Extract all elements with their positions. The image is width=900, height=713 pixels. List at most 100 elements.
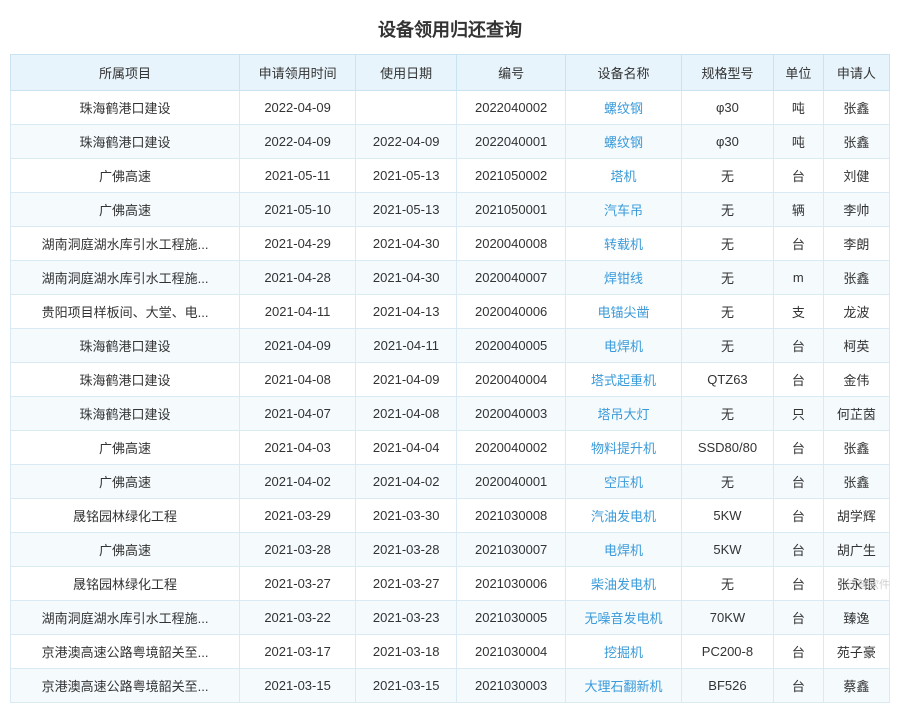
cell-device_name[interactable]: 焊钳线 [565,261,681,295]
cell-unit: 支 [773,295,823,329]
device-name-link[interactable]: 空压机 [604,475,643,490]
cell-use_date: 2021-03-30 [356,499,457,533]
device-name-link[interactable]: 螺纹钢 [604,101,643,116]
device-name-link[interactable]: 塔机 [610,169,636,184]
cell-apply_time: 2021-03-15 [240,669,356,703]
cell-device_name[interactable]: 电焊机 [565,533,681,567]
cell-device_name[interactable]: 塔吊大灯 [565,397,681,431]
device-name-link[interactable]: 汽车吊 [604,203,643,218]
cell-device_name[interactable]: 无噪音发电机 [565,601,681,635]
cell-spec: 5KW [681,499,773,533]
cell-spec: BF526 [681,669,773,703]
cell-device_name[interactable]: 空压机 [565,465,681,499]
cell-applicant: 柯英 [823,329,889,363]
cell-device_name[interactable]: 螺纹钢 [565,91,681,125]
cell-spec: SSD80/80 [681,431,773,465]
cell-unit: 台 [773,533,823,567]
device-name-link[interactable]: 塔式起重机 [591,373,656,388]
device-name-link[interactable]: 汽油发电机 [591,509,656,524]
cell-unit: 台 [773,159,823,193]
cell-unit: 台 [773,329,823,363]
table-row: 京港澳高速公路粤境韶关至...2021-03-152021-03-1520210… [11,669,890,703]
cell-spec: 无 [681,295,773,329]
cell-device_name[interactable]: 电焊机 [565,329,681,363]
cell-spec: 无 [681,193,773,227]
cell-project: 贵阳项目样板间、大堂、电... [11,295,240,329]
table-row: 广佛高速2021-04-022021-04-022020040001空压机无台张… [11,465,890,499]
cell-applicant: 李朗 [823,227,889,261]
cell-code: 2021050002 [457,159,566,193]
cell-code: 2021030007 [457,533,566,567]
cell-unit: 吨 [773,125,823,159]
device-name-link[interactable]: 柴油发电机 [591,577,656,592]
cell-device_name[interactable]: 转载机 [565,227,681,261]
device-name-link[interactable]: 电焊机 [604,339,643,354]
cell-device_name[interactable]: 螺纹钢 [565,125,681,159]
device-name-link[interactable]: 电锚尖凿 [597,305,649,320]
cell-project: 晟铭园林绿化工程 [11,567,240,601]
cell-device_name[interactable]: 物料提升机 [565,431,681,465]
device-name-link[interactable]: 挖掘机 [604,645,643,660]
table-row: 贵阳项目样板间、大堂、电...2021-04-112021-04-1320200… [11,295,890,329]
cell-applicant: 张鑫 [823,431,889,465]
table-row: 湖南洞庭湖水库引水工程施...2021-04-282021-04-3020200… [11,261,890,295]
device-name-link[interactable]: 物料提升机 [591,441,656,456]
cell-apply_time: 2021-03-22 [240,601,356,635]
cell-project: 京港澳高速公路粤境韶关至... [11,635,240,669]
cell-use_date: 2021-04-30 [356,227,457,261]
cell-use_date: 2021-05-13 [356,159,457,193]
cell-use_date: 2021-04-13 [356,295,457,329]
cell-project: 湖南洞庭湖水库引水工程施... [11,227,240,261]
cell-device_name[interactable]: 电锚尖凿 [565,295,681,329]
cell-spec: 无 [681,465,773,499]
cell-apply_time: 2021-04-07 [240,397,356,431]
device-name-link[interactable]: 电焊机 [604,543,643,558]
cell-use_date: 2021-04-11 [356,329,457,363]
cell-spec: 无 [681,329,773,363]
cell-applicant: 何芷茵 [823,397,889,431]
cell-use_date: 2022-04-09 [356,125,457,159]
cell-unit: 台 [773,465,823,499]
device-name-link[interactable]: 螺纹钢 [604,135,643,150]
cell-code: 2020040008 [457,227,566,261]
cell-project: 湖南洞庭湖水库引水工程施... [11,601,240,635]
cell-apply_time: 2021-04-08 [240,363,356,397]
cell-unit: m [773,261,823,295]
cell-device_name[interactable]: 塔机 [565,159,681,193]
device-name-link[interactable]: 大理石翻新机 [584,679,662,694]
cell-device_name[interactable]: 汽油发电机 [565,499,681,533]
cell-spec: QTZ63 [681,363,773,397]
cell-device_name[interactable]: 柴油发电机 [565,567,681,601]
cell-apply_time: 2021-04-03 [240,431,356,465]
table-row: 京港澳高速公路粤境韶关至...2021-03-172021-03-1820210… [11,635,890,669]
table-row: 珠海鹤港口建设2022-04-092022040002螺纹钢φ30吨张鑫 [11,91,890,125]
device-name-link[interactable]: 无噪音发电机 [584,611,662,626]
cell-code: 2021050001 [457,193,566,227]
device-name-link[interactable]: 转载机 [604,237,643,252]
cell-spec: 无 [681,159,773,193]
cell-use_date: 2021-03-28 [356,533,457,567]
cell-applicant: 胡广生 [823,533,889,567]
device-name-link[interactable]: 焊钳线 [604,271,643,286]
device-name-link[interactable]: 塔吊大灯 [597,407,649,422]
cell-spec: 70KW [681,601,773,635]
cell-apply_time: 2021-04-28 [240,261,356,295]
cell-device_name[interactable]: 大理石翻新机 [565,669,681,703]
cell-project: 晟铭园林绿化工程 [11,499,240,533]
cell-project: 广佛高速 [11,159,240,193]
cell-device_name[interactable]: 汽车吊 [565,193,681,227]
cell-unit: 台 [773,431,823,465]
col-header-project: 所属项目 [11,55,240,91]
cell-device_name[interactable]: 塔式起重机 [565,363,681,397]
table-row: 晟铭园林绿化工程2021-03-272021-03-272021030006柴油… [11,567,890,601]
cell-use_date: 2021-03-15 [356,669,457,703]
col-header-spec: 规格型号 [681,55,773,91]
col-header-unit: 单位 [773,55,823,91]
cell-applicant: 张鑫 [823,261,889,295]
cell-use_date: 2021-03-18 [356,635,457,669]
cell-unit: 台 [773,601,823,635]
cell-device_name[interactable]: 挖掘机 [565,635,681,669]
table-row: 晟铭园林绿化工程2021-03-292021-03-302021030008汽油… [11,499,890,533]
cell-use_date: 2021-04-08 [356,397,457,431]
table-row: 广佛高速2021-03-282021-03-282021030007电焊机5KW… [11,533,890,567]
